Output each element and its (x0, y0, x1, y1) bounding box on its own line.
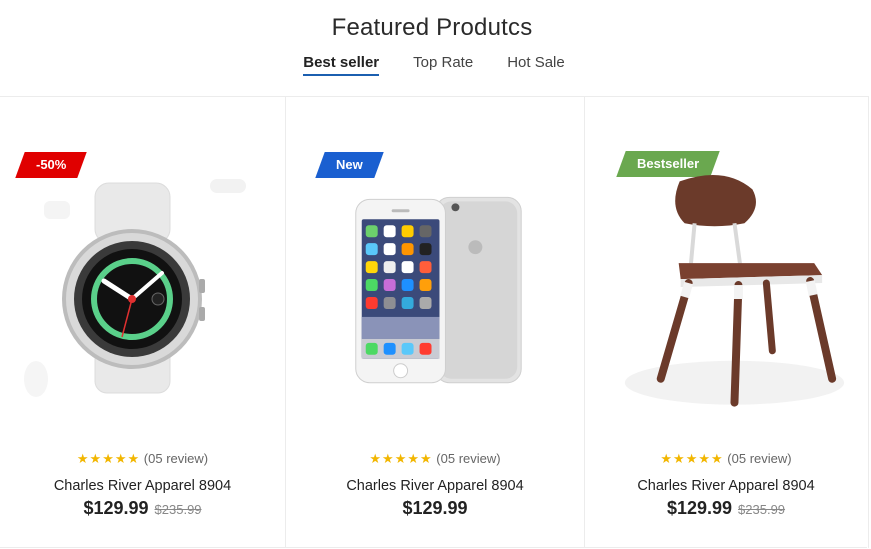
smartphone-image[interactable] (286, 167, 584, 427)
old-price: $235.99 (154, 502, 202, 517)
star-rating-icon: ★★★★★ (660, 451, 724, 466)
product-price: $129.99 (666, 498, 733, 518)
review-count: (05 review) (727, 451, 792, 466)
chair-image[interactable] (585, 167, 867, 427)
price-row: $129.99 $235.99 (0, 498, 285, 519)
product-card[interactable]: New ★★★★★ (05 review) Charles River Appa… (285, 97, 584, 548)
price-row: $129.99 $235.99 (585, 498, 867, 519)
rating: ★★★★★ (05 review) (585, 451, 867, 467)
tab-hot-sale[interactable]: Hot Sale (507, 54, 565, 76)
product-name[interactable]: Charles River Apparel 8904 (0, 478, 285, 494)
star-rating-icon: ★★★★★ (76, 451, 141, 466)
review-count: (05 review) (143, 451, 209, 466)
smartwatch-image[interactable] (0, 167, 285, 427)
tab-best-seller[interactable]: Best seller (303, 54, 380, 76)
product-card[interactable]: -50% ★★★★★ (05 review) Charles River App… (0, 97, 285, 548)
star-rating-icon: ★★★★★ (369, 451, 433, 466)
tab-top-rate[interactable]: Top Rate (413, 54, 473, 76)
old-price: $235.99 (738, 502, 786, 517)
product-name[interactable]: Charles River Apparel 8904 (286, 478, 584, 494)
product-tabs: Best seller Top Rate Hot Sale (0, 54, 868, 76)
product-name[interactable]: Charles River Apparel 8904 (585, 478, 867, 494)
price-row: $129.99 (286, 498, 584, 519)
product-card[interactable]: Bestseller ★★★★★ (05 review) Charles Riv… (584, 97, 867, 548)
product-price: $129.99 (83, 498, 149, 518)
rating: ★★★★★ (05 review) (286, 451, 584, 467)
product-price: $129.99 (402, 498, 468, 518)
review-count: (05 review) (436, 451, 501, 466)
rating: ★★★★★ (05 review) (0, 451, 285, 467)
section-title: Featured Produtcs (331, 14, 533, 41)
product-grid: -50% ★★★★★ (05 review) Charles River App… (0, 96, 869, 548)
